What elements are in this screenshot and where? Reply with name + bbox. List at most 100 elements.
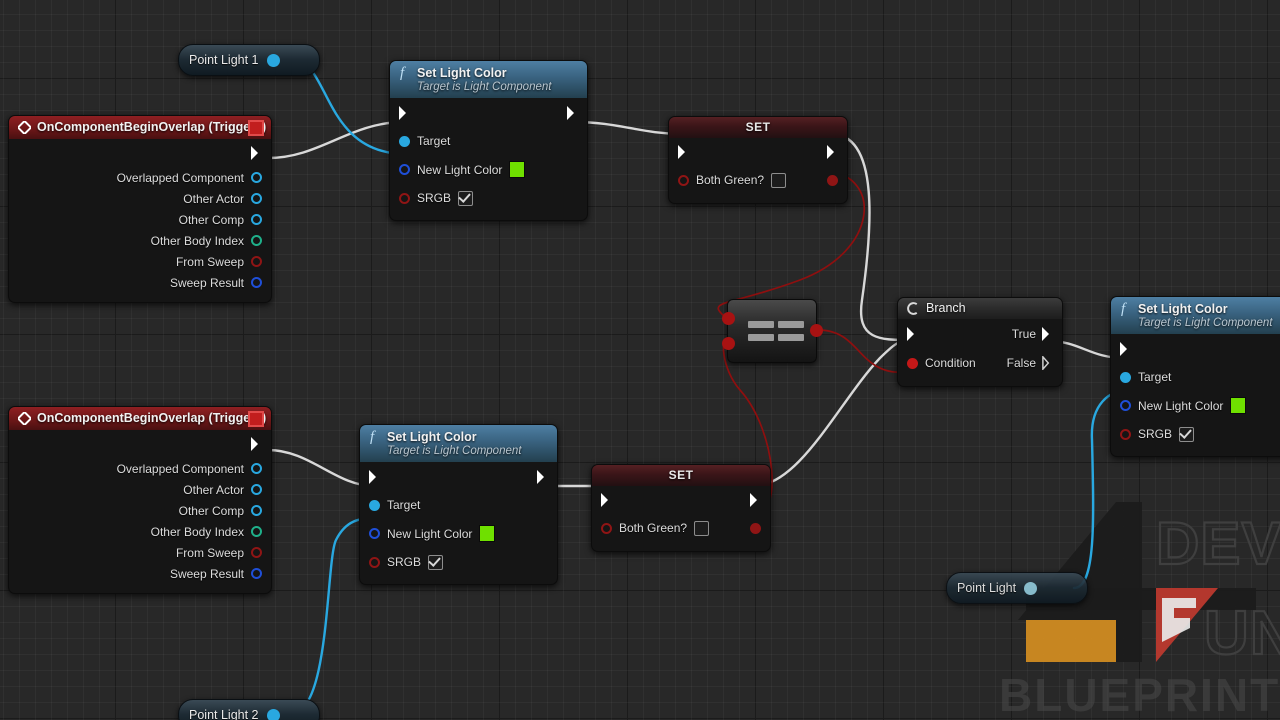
object-pin-icon[interactable] <box>399 135 410 147</box>
blueprint-canvas[interactable]: DEVELOP UN BLUEPRINT <box>0 0 1280 720</box>
bool-out-pin-icon[interactable] <box>750 522 761 534</box>
struct-pin-icon[interactable] <box>251 568 262 579</box>
equality-input-b-pin[interactable] <box>722 337 735 350</box>
object-pin-icon[interactable] <box>251 484 262 495</box>
getter-point-light-1[interactable]: Point Light 1 <box>178 44 320 76</box>
pin-row-overlapped-component[interactable]: Overlapped Component <box>9 458 271 479</box>
pin-row-sweep-result[interactable]: Sweep Result <box>9 563 271 584</box>
pin-row-srgb[interactable]: SRGB <box>390 185 587 211</box>
pin-row-from-sweep[interactable]: From Sweep <box>9 542 271 563</box>
pin-row-both-green[interactable]: Both Green? <box>592 514 770 542</box>
bool-pin-icon[interactable] <box>601 522 612 534</box>
event-delegate-pin[interactable] <box>248 410 264 427</box>
node-set-light-color-3[interactable]: f Set Light Color Target is Light Compon… <box>1110 296 1280 457</box>
bool-pin-icon[interactable] <box>251 256 262 267</box>
pin-row-target[interactable]: Target <box>390 128 587 154</box>
bool-pin-icon[interactable] <box>1120 428 1131 440</box>
event-delegate-pin[interactable] <box>248 119 264 136</box>
pin-row-other-actor[interactable]: Other Actor <box>9 479 271 500</box>
bool-out-pin-icon[interactable] <box>827 174 838 186</box>
node-event-trigger2[interactable]: OnComponentBeginOverlap (Trigger2) Overl… <box>8 406 272 594</box>
both-green-checkbox[interactable] <box>694 520 710 536</box>
pin-row-sweep-result[interactable]: Sweep Result <box>9 272 271 293</box>
pin-row-condition-false[interactable]: Condition False <box>898 349 1062 377</box>
pin-row-new-light-color[interactable]: New Light Color <box>1111 390 1280 421</box>
pin-row-from-sweep[interactable]: From Sweep <box>9 251 271 272</box>
pin-row-srgb[interactable]: SRGB <box>1111 421 1280 447</box>
pin-row-exec[interactable] <box>1111 334 1280 364</box>
exec-in-pin[interactable] <box>678 145 689 159</box>
bool-pin-icon[interactable] <box>399 192 410 204</box>
node-branch[interactable]: Branch True Condition False <box>897 297 1063 387</box>
getter-point-light-3[interactable]: Point Light <box>946 572 1088 604</box>
exec-out-pin[interactable] <box>251 146 262 160</box>
object-pin-icon[interactable] <box>1120 371 1131 383</box>
bool-condition-pin-icon[interactable] <box>907 357 918 369</box>
exec-out-false-pin[interactable] <box>1042 356 1053 370</box>
pin-row-overlapped-component[interactable]: Overlapped Component <box>9 167 271 188</box>
object-pin-icon[interactable] <box>251 505 262 516</box>
bool-pin-icon[interactable] <box>251 547 262 558</box>
int-pin-icon[interactable] <box>251 235 262 246</box>
exec-out-pin[interactable] <box>537 470 548 484</box>
pin-row-other-actor[interactable]: Other Actor <box>9 188 271 209</box>
object-pin-icon[interactable] <box>369 499 380 511</box>
bool-pin-icon[interactable] <box>678 174 689 186</box>
node-set-both-green-1[interactable]: SET Both Green? <box>668 116 848 204</box>
pin-row-exec-out[interactable] <box>9 139 271 167</box>
pin-row-new-light-color[interactable]: New Light Color <box>390 154 587 185</box>
pin-row-exec-true[interactable]: True <box>898 319 1062 349</box>
bool-pin-icon[interactable] <box>369 556 380 568</box>
srgb-checkbox[interactable] <box>428 554 444 570</box>
exec-in-pin[interactable] <box>399 106 410 120</box>
exec-out-pin[interactable] <box>827 145 838 159</box>
equality-output-pin[interactable] <box>810 324 823 337</box>
object-pin-icon[interactable] <box>251 463 262 474</box>
pin-row-exec[interactable] <box>360 462 557 492</box>
exec-out-pin[interactable] <box>251 437 262 451</box>
pin-row-exec[interactable] <box>390 98 587 128</box>
node-set-both-green-2[interactable]: SET Both Green? <box>591 464 771 552</box>
pin-row-other-comp[interactable]: Other Comp <box>9 209 271 230</box>
exec-in-pin[interactable] <box>1120 342 1131 356</box>
color-pin-icon[interactable] <box>399 164 410 175</box>
exec-out-pin[interactable] <box>567 106 578 120</box>
struct-pin-icon[interactable] <box>251 277 262 288</box>
pin-row-both-green[interactable]: Both Green? <box>669 166 847 194</box>
exec-in-pin[interactable] <box>601 493 612 507</box>
color-swatch[interactable] <box>1230 397 1247 414</box>
exec-in-pin[interactable] <box>907 327 918 341</box>
exec-in-pin[interactable] <box>369 470 380 484</box>
pin-row-srgb[interactable]: SRGB <box>360 549 557 575</box>
equality-input-a-pin[interactable] <box>722 312 735 325</box>
color-pin-icon[interactable] <box>1120 400 1131 411</box>
node-set-light-color-2[interactable]: f Set Light Color Target is Light Compon… <box>359 424 558 585</box>
object-pin-icon[interactable] <box>251 214 262 225</box>
pin-row-target[interactable]: Target <box>360 492 557 518</box>
pin-row-other-comp[interactable]: Other Comp <box>9 500 271 521</box>
node-equality-compare[interactable] <box>722 299 823 363</box>
both-green-checkbox[interactable] <box>771 172 787 188</box>
getter-point-light-2[interactable]: Point Light 2 <box>178 699 320 720</box>
object-out-pin-icon[interactable] <box>266 708 280 720</box>
pin-row-target[interactable]: Target <box>1111 364 1280 390</box>
object-pin-icon[interactable] <box>251 193 262 204</box>
object-pin-icon[interactable] <box>251 172 262 183</box>
object-out-pin-icon[interactable] <box>266 53 280 67</box>
exec-out-pin[interactable] <box>750 493 761 507</box>
color-swatch[interactable] <box>479 525 496 542</box>
pin-row-other-body-index[interactable]: Other Body Index <box>9 230 271 251</box>
pin-row-exec-out[interactable] <box>9 430 271 458</box>
pin-row-exec[interactable] <box>669 138 847 166</box>
pin-row-other-body-index[interactable]: Other Body Index <box>9 521 271 542</box>
color-pin-icon[interactable] <box>369 528 380 539</box>
color-swatch[interactable] <box>509 161 526 178</box>
node-set-light-color-1[interactable]: f Set Light Color Target is Light Compon… <box>389 60 588 221</box>
object-out-pin-icon[interactable] <box>1024 581 1038 595</box>
srgb-checkbox[interactable] <box>458 190 474 206</box>
node-event-trigger1[interactable]: OnComponentBeginOverlap (Trigger1) Overl… <box>8 115 272 303</box>
int-pin-icon[interactable] <box>251 526 262 537</box>
srgb-checkbox[interactable] <box>1179 426 1195 442</box>
pin-row-exec[interactable] <box>592 486 770 514</box>
pin-row-new-light-color[interactable]: New Light Color <box>360 518 557 549</box>
